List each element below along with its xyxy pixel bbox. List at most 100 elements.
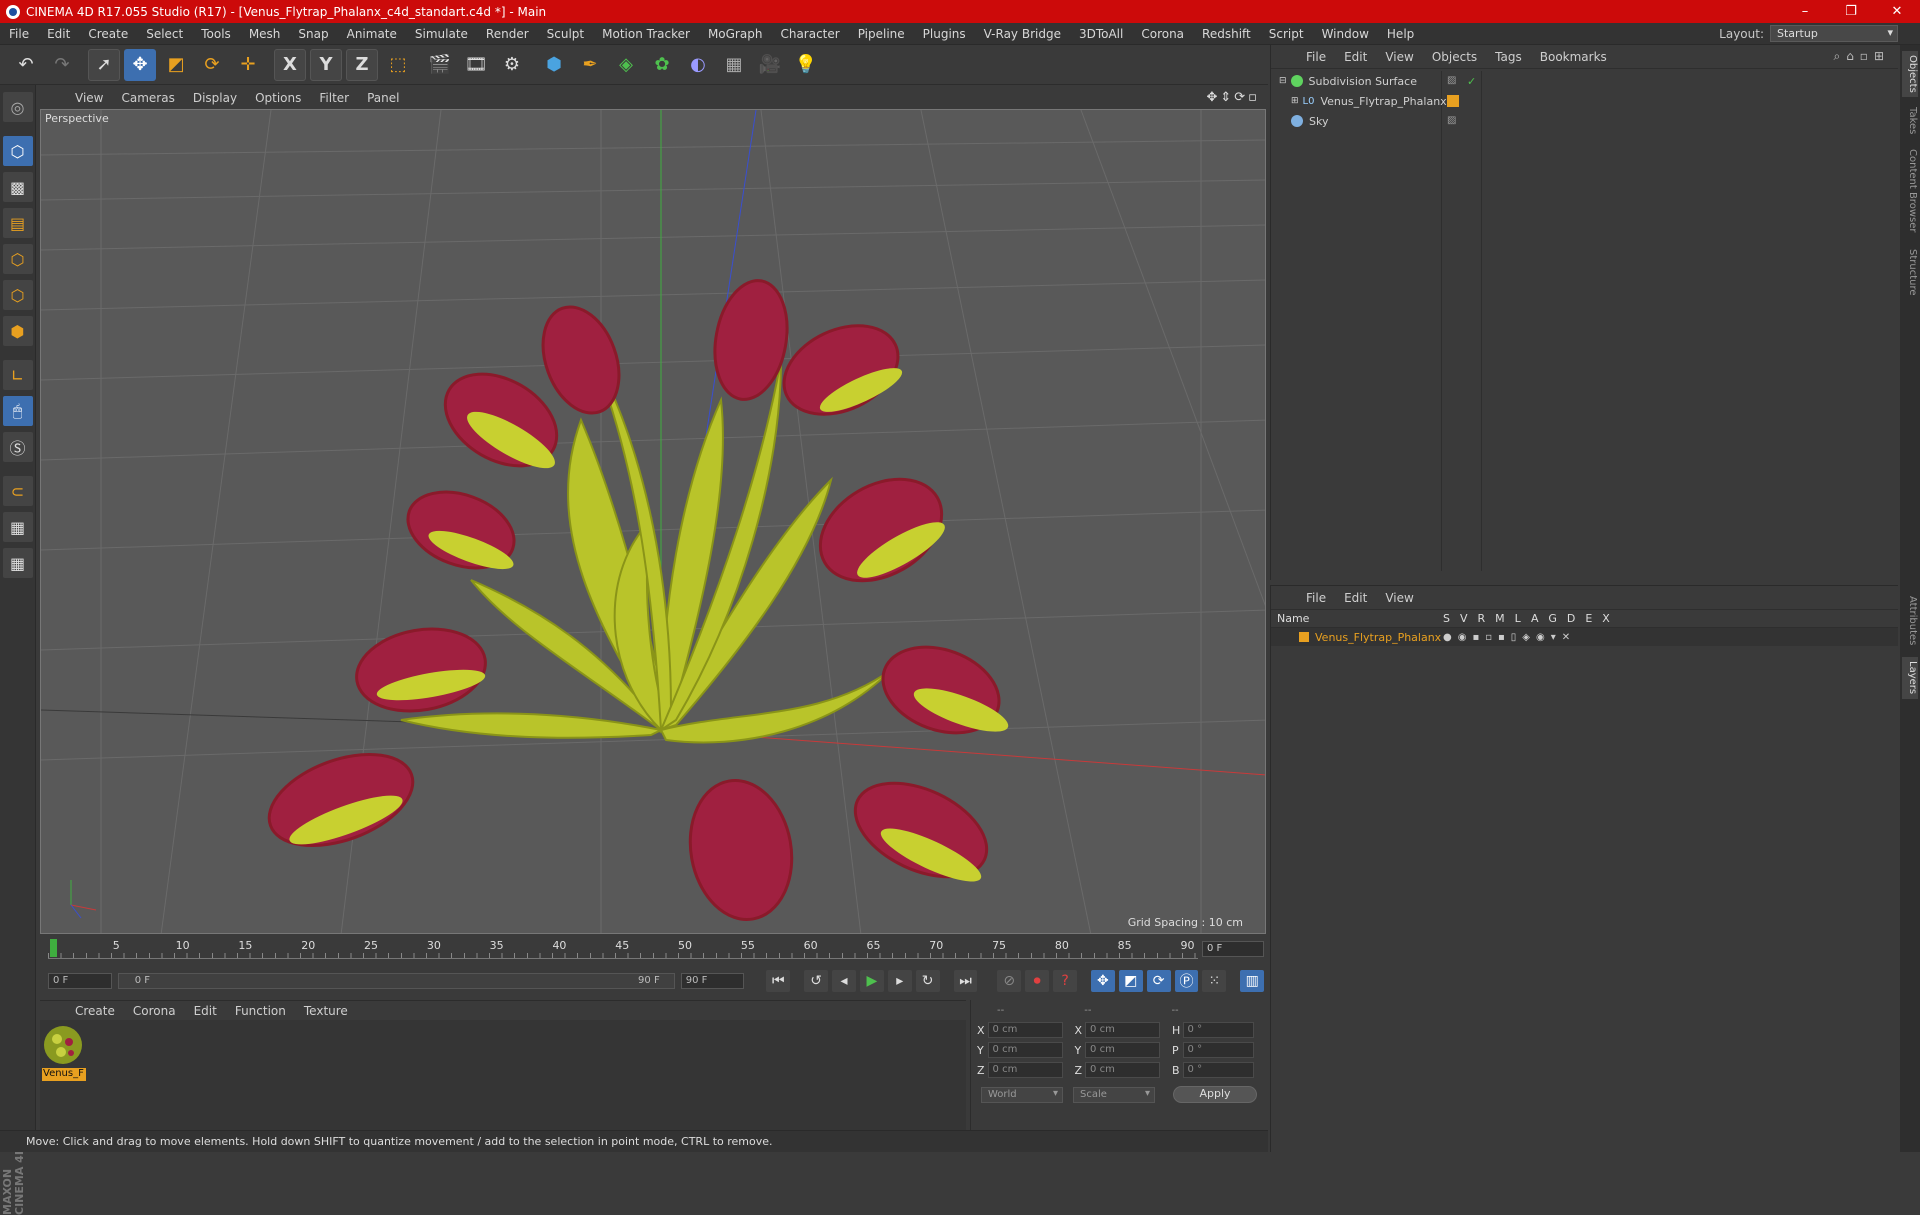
transform-mode-dropdown[interactable]: Scale bbox=[1073, 1086, 1155, 1103]
pen-spline-icon[interactable]: ✒ bbox=[574, 49, 606, 81]
tab-takes[interactable]: Takes bbox=[1902, 103, 1918, 139]
objects-menu-edit[interactable]: Edit bbox=[1335, 50, 1376, 64]
rot-b-field[interactable]: 0 ° bbox=[1182, 1062, 1254, 1078]
undo-icon[interactable]: ↶ bbox=[10, 49, 42, 81]
tab-structure[interactable]: Structure bbox=[1902, 243, 1918, 301]
next-key-icon[interactable]: ↻ bbox=[915, 970, 940, 992]
layer-name[interactable]: Venus_Flytrap_Phalanx bbox=[1315, 631, 1441, 644]
timeline-ruler[interactable]: 0 5 10 15 20 25 30 35 40 45 50 55 60 65 … bbox=[40, 937, 1266, 961]
object-name[interactable]: Subdivision Surface bbox=[1309, 75, 1417, 88]
objects-menu-view[interactable]: View bbox=[1376, 50, 1422, 64]
pos-y-field[interactable]: 0 cm bbox=[987, 1042, 1063, 1058]
layers-menu-file[interactable]: File bbox=[1297, 591, 1335, 605]
menu-animate[interactable]: Animate bbox=[338, 27, 406, 41]
enabled-check-icon[interactable]: ✓ bbox=[1467, 75, 1476, 88]
scale-icon[interactable]: ◩ bbox=[160, 49, 192, 81]
move-icon[interactable]: ✥ bbox=[124, 48, 156, 81]
menu-pipeline[interactable]: Pipeline bbox=[849, 27, 914, 41]
menu-3dtoall[interactable]: 3DToAll bbox=[1070, 27, 1132, 41]
visibility-dots-icon[interactable]: ▨ bbox=[1447, 115, 1459, 127]
objects-menu-objects[interactable]: Objects bbox=[1423, 50, 1486, 64]
material-menu-edit[interactable]: Edit bbox=[185, 1004, 226, 1018]
camera-icon[interactable]: 🎥 bbox=[754, 49, 786, 81]
menu-corona[interactable]: Corona bbox=[1132, 27, 1193, 41]
pos-x-field[interactable]: 0 cm bbox=[987, 1022, 1063, 1038]
menu-select[interactable]: Select bbox=[137, 27, 192, 41]
rotate-icon[interactable]: ⟳ bbox=[196, 49, 228, 81]
object-name[interactable]: Venus_Flytrap_Phalanx bbox=[1320, 95, 1446, 108]
minimize-button[interactable]: – bbox=[1782, 4, 1828, 19]
menu-plugins[interactable]: Plugins bbox=[914, 27, 975, 41]
viewport-navigation-icon[interactable]: ✥⇕⟳▫ bbox=[1207, 90, 1261, 105]
z-axis-lock-button[interactable]: Z bbox=[346, 48, 378, 81]
key-rotation-icon[interactable]: ⟳ bbox=[1146, 970, 1171, 992]
menu-sculpt[interactable]: Sculpt bbox=[538, 27, 593, 41]
points-mode-icon[interactable]: ⬡ bbox=[2, 244, 33, 274]
tab-layers[interactable]: Layers bbox=[1902, 657, 1918, 699]
subdivision-generator-icon[interactable]: ◈ bbox=[610, 49, 642, 81]
menu-mograph[interactable]: MoGraph bbox=[699, 27, 772, 41]
tab-content-browser[interactable]: Content Browser bbox=[1902, 145, 1918, 237]
current-frame-field[interactable]: 0 F bbox=[1202, 941, 1264, 957]
material-thumbnail[interactable] bbox=[42, 1024, 84, 1066]
close-button[interactable]: ✕ bbox=[1874, 4, 1920, 19]
menu-create[interactable]: Create bbox=[79, 27, 137, 41]
render-view-icon[interactable]: 🎬 bbox=[424, 49, 456, 81]
viewport-menu-panel[interactable]: Panel bbox=[358, 91, 408, 105]
start-frame-field[interactable]: 0 F bbox=[48, 973, 112, 989]
viewport-menu-view[interactable]: View bbox=[66, 91, 112, 105]
material-menu-create[interactable]: Create bbox=[66, 1004, 124, 1018]
collapse-icon[interactable]: ⊟ bbox=[1279, 76, 1287, 86]
size-x-field[interactable]: 0 cm bbox=[1085, 1022, 1160, 1038]
tab-objects[interactable]: Objects bbox=[1902, 51, 1918, 97]
key-parameter-icon[interactable]: Ⓟ bbox=[1174, 970, 1199, 992]
solo-icon[interactable]: Ⓢ bbox=[2, 432, 33, 462]
play-icon[interactable]: ▶ bbox=[859, 970, 884, 992]
material-menu-corona[interactable]: Corona bbox=[124, 1004, 185, 1018]
visibility-dots-icon[interactable]: ▨ bbox=[1447, 75, 1459, 87]
viewport-menu-filter[interactable]: Filter bbox=[310, 91, 358, 105]
menu-window[interactable]: Window bbox=[1313, 27, 1378, 41]
perspective-viewport[interactable]: Perspective Grid Spacing : 10 cm bbox=[40, 109, 1266, 934]
viewport-menu-options[interactable]: Options bbox=[246, 91, 310, 105]
goto-start-icon[interactable]: ⏮ bbox=[766, 970, 791, 992]
timeline-window-icon[interactable]: ▥ bbox=[1240, 970, 1265, 992]
viewport-menu-cameras[interactable]: Cameras bbox=[112, 91, 183, 105]
size-y-field[interactable]: 0 cm bbox=[1085, 1042, 1160, 1058]
object-name[interactable]: Sky bbox=[1309, 115, 1328, 128]
edges-mode-icon[interactable]: ⬡ bbox=[2, 280, 33, 310]
prev-frame-icon[interactable]: ◂ bbox=[832, 970, 856, 992]
axis-mode-icon[interactable]: ∟ bbox=[2, 360, 33, 390]
expand-icon[interactable]: ⊞ bbox=[1291, 96, 1299, 106]
recent-tool-icon[interactable]: ✛ bbox=[232, 49, 264, 81]
menu-character[interactable]: Character bbox=[771, 27, 848, 41]
key-pla-icon[interactable]: ⁙ bbox=[1202, 970, 1227, 992]
render-settings-icon[interactable]: ⚙ bbox=[496, 49, 528, 81]
menu-tools[interactable]: Tools bbox=[192, 27, 240, 41]
floor-icon[interactable]: ▦ bbox=[718, 49, 750, 81]
menu-script[interactable]: Script bbox=[1260, 27, 1313, 41]
pos-z-field[interactable]: 0 cm bbox=[987, 1062, 1063, 1078]
menu-edit[interactable]: Edit bbox=[38, 27, 79, 41]
texture-mode-icon[interactable]: ▩ bbox=[2, 172, 33, 202]
tweak-mode-icon[interactable]: 🖱 bbox=[2, 396, 33, 426]
playhead-marker[interactable] bbox=[50, 939, 57, 957]
make-editable-icon[interactable]: ◎ bbox=[2, 92, 33, 122]
deformer-icon[interactable]: ◐ bbox=[682, 49, 714, 81]
rot-p-field[interactable]: 0 ° bbox=[1182, 1042, 1254, 1058]
redo-icon[interactable]: ↷ bbox=[46, 49, 78, 81]
polygons-mode-icon[interactable]: ⬢ bbox=[2, 316, 33, 346]
layout-dropdown[interactable]: Startup bbox=[1770, 25, 1898, 42]
restore-button[interactable]: ❐ bbox=[1828, 4, 1874, 19]
layer-row[interactable]: Venus_Flytrap_Phalanx ●◉▪▫▪▯◈◉▾✕ bbox=[1271, 628, 1898, 646]
menu-motion-tracker[interactable]: Motion Tracker bbox=[593, 27, 699, 41]
rot-h-field[interactable]: 0 ° bbox=[1182, 1022, 1254, 1038]
menu-mesh[interactable]: Mesh bbox=[240, 27, 290, 41]
object-row-subdivision[interactable]: ⊟ Subdivision Surface ▨ ✓ bbox=[1271, 71, 1899, 91]
venus-flytrap-model[interactable] bbox=[257, 275, 1013, 928]
model-mode-icon[interactable]: ⬡ bbox=[2, 136, 33, 166]
menu-redshift[interactable]: Redshift bbox=[1193, 27, 1260, 41]
x-axis-lock-button[interactable]: X bbox=[274, 48, 306, 81]
auto-keying-icon[interactable]: ⏺ bbox=[1025, 970, 1050, 992]
menu-vray-bridge[interactable]: V-Ray Bridge bbox=[975, 27, 1070, 41]
